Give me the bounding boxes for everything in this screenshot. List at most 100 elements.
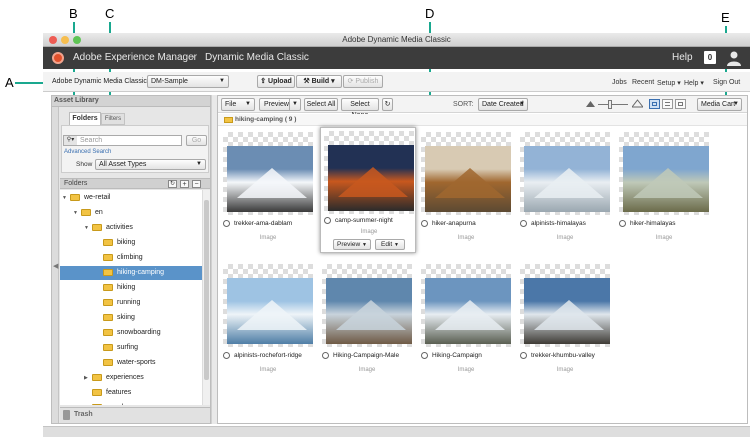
tab-folders[interactable]: Folders	[69, 112, 101, 125]
callout-a: A	[5, 75, 14, 90]
asset-card[interactable]: alpinists-rochefort-ridge Image	[223, 264, 313, 374]
search-panel: ⚲▾ Search Go Advanced Search Show All As…	[61, 125, 209, 173]
card-preview-button[interactable]: Preview ▼	[333, 239, 371, 250]
help-label: Help	[684, 80, 699, 87]
folder-tree-item[interactable]: hiking	[60, 281, 202, 295]
select-all-button[interactable]: Select All	[304, 98, 338, 111]
asset-card[interactable]: trekker-khumbu-valley Image	[520, 264, 610, 374]
grid-view-icon	[652, 102, 657, 106]
minimize-window-button[interactable]	[61, 36, 69, 44]
grid-view-button[interactable]	[649, 99, 660, 109]
trash-row[interactable]: Trash	[60, 407, 210, 423]
asset-thumbnail[interactable]	[524, 278, 610, 344]
asset-browser: File▼ Preview▼ Select All Select None ↻ …	[217, 95, 748, 424]
refresh-icon[interactable]: ↻	[168, 180, 177, 188]
build-button[interactable]: ⚒ Build ▾	[296, 75, 342, 88]
advanced-search-link[interactable]: Advanced Search	[64, 149, 111, 155]
folder-tree-item[interactable]: ▶ experiences	[60, 371, 202, 385]
folder-tree-scrollbar[interactable]	[202, 190, 210, 405]
thumbnail-size-slider[interactable]	[598, 100, 628, 109]
asset-name: hiker-anapurna	[421, 220, 476, 227]
asset-card[interactable]: hiker-anapurna Image	[421, 132, 511, 242]
folder-tree-label: people	[106, 401, 127, 405]
folder-tree-item[interactable]: running	[60, 296, 202, 310]
asset-card[interactable]: trekker-ama-dablam Image	[223, 132, 313, 242]
notification-badge[interactable]: 0	[704, 51, 716, 64]
company-select[interactable]: DM-Sample ▼	[147, 75, 229, 88]
asset-thumbnail[interactable]	[326, 278, 412, 344]
folder-tree-item[interactable]: biking	[60, 236, 202, 250]
detail-view-button[interactable]	[675, 99, 686, 109]
asset-thumbnail[interactable]	[425, 146, 511, 212]
asset-type: Image	[655, 235, 673, 241]
setup-menu[interactable]: Setup ▾	[657, 79, 681, 87]
card-edit-button[interactable]: Edit ▼	[375, 239, 405, 250]
folder-tree-item[interactable]: hiking-camping	[60, 266, 202, 280]
asset-thumbnail[interactable]	[227, 146, 313, 212]
add-folder-icon[interactable]: +	[180, 180, 189, 188]
folder-tree-item[interactable]: surfing	[60, 341, 202, 355]
folder-tree-item[interactable]: features	[60, 386, 202, 400]
user-icon[interactable]	[726, 50, 742, 66]
expanded-arrow-icon[interactable]: ▼	[73, 206, 78, 220]
callout-d: D	[425, 6, 435, 21]
collapsed-arrow-icon[interactable]: ▶	[84, 401, 88, 405]
slider-handle[interactable]	[608, 100, 612, 109]
recent-link[interactable]: Recent	[632, 79, 654, 86]
chevron-down-icon: ▼	[394, 242, 399, 248]
asset-card[interactable]: camp-summer-night Image Preview ▼ Edit ▼	[320, 127, 416, 253]
publish-button[interactable]: ⟳ Publish	[343, 75, 383, 88]
adobe-logo-icon[interactable]	[52, 52, 64, 64]
collapsed-arrow-icon[interactable]: ▶	[84, 371, 88, 385]
list-view-button[interactable]	[662, 99, 673, 109]
search-field[interactable]: ⚲▾ Search	[63, 135, 182, 146]
asset-thumbnail[interactable]	[524, 146, 610, 212]
expanded-arrow-icon[interactable]: ▼	[84, 221, 89, 235]
asset-thumbnail[interactable]	[328, 145, 414, 211]
file-menu-button[interactable]: File ▼	[221, 98, 255, 111]
sort-select[interactable]: Date Created ▼	[478, 98, 528, 111]
select-none-button[interactable]: Select None	[341, 98, 379, 119]
asset-card[interactable]: Hiking-Campaign-Male Image	[322, 264, 412, 374]
tab-filters[interactable]: Filters	[101, 113, 125, 125]
go-button[interactable]: Go	[186, 135, 207, 146]
asset-name-label: hiker-himalayas	[630, 220, 676, 228]
status-bar	[43, 426, 750, 437]
folder-tree-item[interactable]: ▼ we-retail	[60, 191, 202, 205]
help-link[interactable]: Help	[672, 52, 693, 63]
folder-tree-item[interactable]: snowboarding	[60, 326, 202, 340]
asset-card[interactable]: alpinists-himalayas Image	[520, 132, 610, 242]
scrollbar-thumb[interactable]	[204, 200, 209, 380]
folder-tree-item[interactable]: climbing	[60, 251, 202, 265]
refresh-button[interactable]: ↻	[382, 98, 393, 111]
folder-tree-item[interactable]: ▶ people	[60, 401, 202, 405]
media-cart-button[interactable]: Media Cart ▼	[697, 98, 742, 111]
asset-thumbnail[interactable]	[227, 278, 313, 344]
folder-tree-item[interactable]: ▼ en	[60, 206, 202, 220]
asset-type-select[interactable]: All Asset Types ▼	[95, 159, 206, 170]
folder-tree-item[interactable]: water-sports	[60, 356, 202, 370]
asset-thumbnail[interactable]	[425, 278, 511, 344]
close-window-button[interactable]	[49, 36, 57, 44]
folder-tree-label: surfing	[117, 344, 139, 351]
asset-thumbnail[interactable]	[623, 146, 709, 212]
search-icon: ⚲▾	[64, 136, 77, 145]
asset-name: hiker-himalayas	[619, 220, 676, 227]
brand-title[interactable]: Adobe Experience Manager	[73, 52, 197, 63]
callout-e: E	[721, 10, 730, 25]
jobs-link[interactable]: Jobs	[612, 79, 627, 86]
folder-tree-item[interactable]: ▼ activities	[60, 221, 202, 235]
preview-button[interactable]: Preview ▼	[259, 98, 301, 111]
zoom-window-button[interactable]	[73, 36, 81, 44]
collapse-handle[interactable]: ◀	[52, 107, 59, 423]
remove-folder-icon[interactable]: −	[192, 180, 201, 188]
signout-link[interactable]: Sign Out	[713, 79, 740, 86]
help-menu[interactable]: Help ▾	[684, 79, 704, 87]
folder-tree-label: activities	[106, 224, 133, 231]
folder-tree-item[interactable]: skiing	[60, 311, 202, 325]
expanded-arrow-icon[interactable]: ▼	[62, 191, 67, 205]
large-thumbnail-icon	[632, 99, 643, 108]
asset-card[interactable]: hiker-himalayas Image	[619, 132, 709, 242]
upload-button[interactable]: ⇪ Upload	[257, 75, 295, 88]
asset-card[interactable]: Hiking-Campaign Image	[421, 264, 511, 374]
